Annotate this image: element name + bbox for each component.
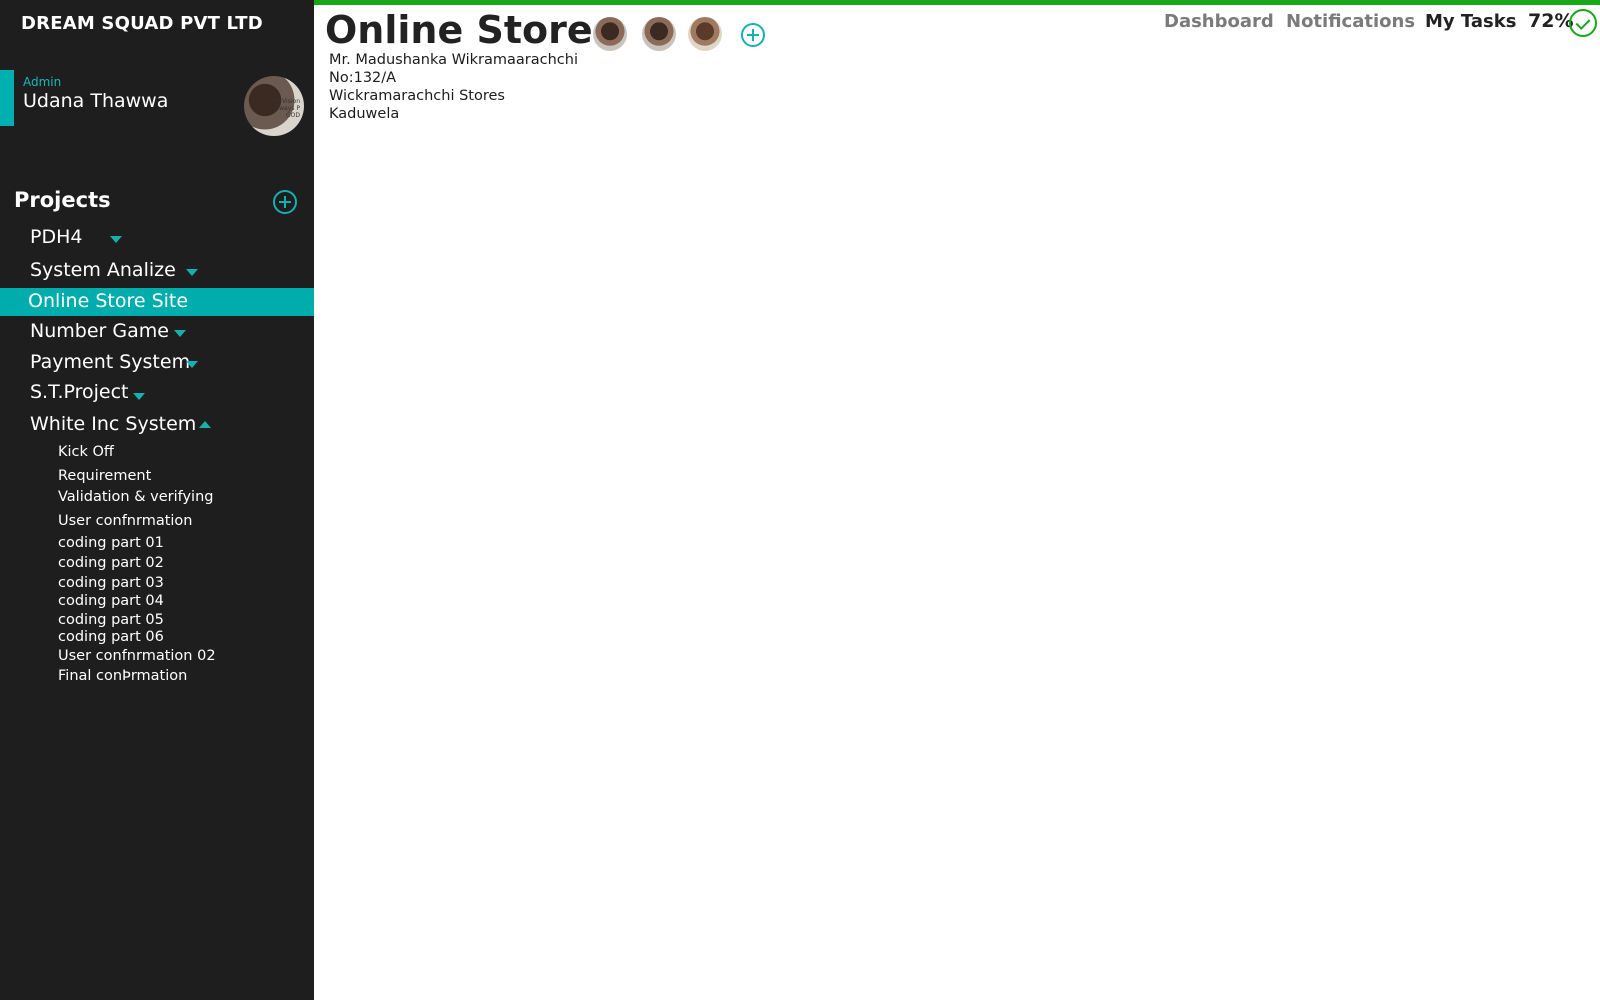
add-project-button[interactable] bbox=[273, 190, 297, 214]
chevron-down-icon[interactable] bbox=[186, 361, 198, 368]
page-title: Online Store bbox=[325, 8, 593, 52]
project-item-st-project[interactable]: S.T.Project bbox=[0, 379, 314, 407]
client-address-line: Kaduwela bbox=[329, 106, 400, 122]
nav-notifications[interactable]: Notifications bbox=[1286, 11, 1415, 32]
team-member-avatar[interactable] bbox=[593, 17, 627, 51]
user-accent-bar bbox=[0, 70, 14, 126]
project-label: System Analize bbox=[30, 259, 176, 281]
progress-percent: 72% bbox=[1528, 10, 1574, 32]
project-label: Online Store Site bbox=[28, 290, 189, 312]
user-role: Admin bbox=[23, 75, 62, 89]
subtask-item[interactable]: User confnrmation bbox=[58, 513, 192, 529]
project-item-payment-system[interactable]: Payment System bbox=[0, 349, 314, 377]
project-label: White Inc System bbox=[30, 413, 197, 435]
chevron-down-icon[interactable] bbox=[133, 393, 145, 400]
project-item-white-inc-system[interactable]: White Inc System bbox=[0, 411, 314, 439]
subtask-item[interactable]: coding part 05 bbox=[58, 612, 164, 628]
client-name: Mr. Madushanka Wikramaarachchi bbox=[329, 52, 578, 68]
project-item-online-store-site[interactable]: Online Store Site bbox=[0, 288, 314, 316]
avatar-caption: My Vision always P GOD bbox=[271, 98, 300, 119]
subtask-item[interactable]: User confnrmation 02 bbox=[58, 648, 216, 664]
user-name[interactable]: Udana Thawwa bbox=[23, 90, 168, 112]
subtask-item[interactable]: Validation & verifying bbox=[58, 489, 213, 505]
project-label: Payment System bbox=[30, 351, 191, 373]
projects-heading: Projects bbox=[14, 188, 111, 212]
chevron-up-icon[interactable] bbox=[199, 421, 211, 428]
subtask-item[interactable]: Requirement bbox=[58, 468, 151, 484]
sidebar: DREAM SQUAD PVT LTD Admin Udana Thawwa M… bbox=[0, 0, 314, 1000]
chevron-down-icon[interactable] bbox=[110, 236, 122, 243]
project-label: Number Game bbox=[30, 320, 169, 342]
chevron-down-icon[interactable] bbox=[174, 330, 186, 337]
add-member-button[interactable] bbox=[741, 23, 765, 47]
subtask-item[interactable]: Final conÞrmation bbox=[58, 668, 187, 684]
subtask-item[interactable]: coding part 02 bbox=[58, 555, 164, 571]
project-item-number-game[interactable]: Number Game bbox=[0, 318, 314, 346]
nav-dashboard[interactable]: Dashboard bbox=[1164, 11, 1274, 32]
subtask-item[interactable]: Kick Off bbox=[58, 444, 114, 460]
nav-my-tasks[interactable]: My Tasks bbox=[1425, 11, 1516, 32]
check-circle-icon bbox=[1569, 9, 1597, 37]
project-label: PDH4 bbox=[30, 226, 83, 248]
subtask-item[interactable]: coding part 03 bbox=[58, 575, 164, 591]
progress-top-bar bbox=[314, 0, 1600, 5]
team-member-avatar[interactable] bbox=[642, 17, 676, 51]
subtask-item[interactable]: coding part 06 bbox=[58, 629, 164, 645]
project-item-pdh4[interactable]: PDH4 bbox=[0, 224, 314, 252]
team-member-avatar[interactable] bbox=[688, 17, 722, 51]
client-address-line: No:132/A bbox=[329, 70, 397, 86]
subtask-item[interactable]: coding part 01 bbox=[58, 535, 164, 551]
subtask-item[interactable]: coding part 04 bbox=[58, 593, 164, 609]
company-name: DREAM SQUAD PVT LTD bbox=[21, 13, 263, 34]
project-label: S.T.Project bbox=[30, 381, 129, 403]
client-address-line: Wickramarachchi Stores bbox=[329, 88, 505, 104]
user-avatar[interactable]: My Vision always P GOD bbox=[244, 76, 304, 136]
project-item-system-analize[interactable]: System Analize bbox=[0, 257, 314, 285]
chevron-down-icon[interactable] bbox=[186, 269, 198, 276]
